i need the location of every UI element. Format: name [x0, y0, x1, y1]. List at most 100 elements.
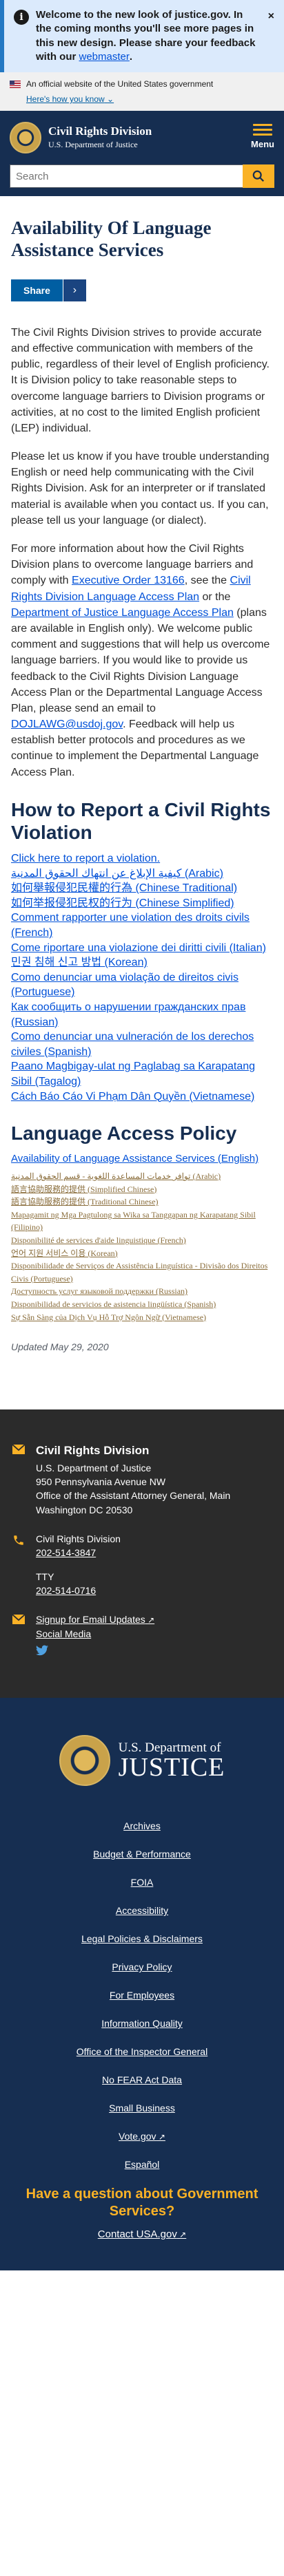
address-block: Civil Rights Division U.S. Department of… [11, 1443, 273, 1517]
list-item: 민권 침해 신고 방법 (Korean) [11, 955, 273, 970]
executive-order-link[interactable]: Executive Order 13166 [72, 575, 185, 586]
list-item: Vote.gov [11, 2129, 273, 2144]
footer-link-espanol[interactable]: Español [125, 2159, 160, 2170]
policy-link[interactable]: 언어 지원 서비스 이용 (Korean) [11, 1248, 118, 1258]
share-control: Share › [11, 279, 273, 301]
list-item: 語言協助服務的提供 (Traditional Chinese) [11, 1195, 273, 1209]
list-item: Comment rapporter une violation des droi… [11, 911, 273, 940]
footer-link-vote[interactable]: Vote.gov [119, 2131, 165, 2142]
contact-city: Washington DC 20530 [36, 1504, 133, 1515]
list-item: 如何舉報侵犯民權的行為 (Chinese Traditional) [11, 881, 273, 896]
phone-link[interactable]: 202-514-3847 [36, 1547, 96, 1558]
envelope-icon [11, 1443, 26, 1517]
footer-link-small-business[interactable]: Small Business [109, 2103, 175, 2114]
footer-link-employees[interactable]: For Employees [110, 1990, 174, 2001]
doj-seal-icon [10, 122, 41, 153]
report-heading: How to Report a Civil Rights Violation [11, 798, 271, 844]
policy-link[interactable]: Sự Sẵn Sàng của Dịch Vụ Hỗ Trợ Ngôn Ngữ … [11, 1312, 206, 1322]
footer-link-budget[interactable]: Budget & Performance [93, 1849, 191, 1860]
policy-link[interactable]: Disponibilité de services d'aide linguis… [11, 1235, 186, 1245]
report-link[interactable]: Come riportare una violazione dei diritt… [11, 942, 266, 954]
footer-link-archives[interactable]: Archives [123, 1820, 161, 1831]
phone-label: Civil Rights Division [36, 1533, 121, 1544]
policy-link[interactable]: 語言協助服務的提供 (Traditional Chinese) [11, 1197, 159, 1206]
list-item: FOIA [11, 1875, 273, 1890]
footer-link-oig[interactable]: Office of the Inspector General [77, 2046, 207, 2057]
hamburger-icon [253, 124, 273, 136]
footer-link-legal[interactable]: Legal Policies & Disclaimers [81, 1933, 203, 1944]
footer-link-foia[interactable]: FOIA [131, 1877, 154, 1888]
email-link[interactable]: DOJLAWG@usdoj.gov [11, 718, 123, 730]
envelope-icon [11, 1612, 26, 1659]
logo-line-1: U.S. Department of [118, 1740, 221, 1755]
menu-button[interactable]: Menu [251, 124, 274, 151]
footer-link-accessibility[interactable]: Accessibility [116, 1905, 168, 1916]
footer-link-no-fear[interactable]: No FEAR Act Data [102, 2074, 182, 2085]
email-updates-link[interactable]: Signup for Email Updates [36, 1614, 154, 1625]
list-item: Small Business [11, 2101, 273, 2116]
search-input[interactable] [10, 164, 243, 188]
close-icon[interactable]: × [268, 8, 274, 64]
list-item: Sự Sẵn Sàng của Dịch Vụ Hỗ Trợ Ngôn Ngữ … [11, 1311, 273, 1324]
report-link[interactable]: Как сообщить о нарушении гражданских пра… [11, 1001, 245, 1028]
report-link[interactable]: 如何舉報侵犯民權的行為 (Chinese Traditional) [11, 882, 237, 894]
info-icon: i [14, 10, 29, 25]
site-logo-link[interactable]: Civil Rights Division U.S. Department of… [10, 122, 152, 153]
site-subtitle: U.S. Department of Justice [48, 140, 138, 150]
list-item: Accessibility [11, 1904, 273, 1918]
policy-link[interactable]: 語言協助服務的提供 (Simplified Chinese) [11, 1184, 156, 1194]
list-item: Availability of Language Assistance Serv… [11, 1152, 273, 1166]
policy-link[interactable]: Availability of Language Assistance Serv… [11, 1153, 258, 1164]
list-item: Как сообщить о нарушении гражданских пра… [11, 1000, 273, 1030]
report-link[interactable]: Como denunciar una vulneración de los de… [11, 1031, 254, 1058]
report-link[interactable]: Paano Magbigay-ulat ng Paglabag sa Karap… [11, 1061, 255, 1087]
policy-link[interactable]: Mapagamit ng Mga Pagtulong sa Wika sa Ta… [11, 1210, 256, 1233]
policy-link[interactable]: Доступность услуг языковой поддержки (Ru… [11, 1286, 187, 1296]
footer-links: Archives Budget & Performance FOIA Acces… [11, 1819, 273, 2172]
list-item: Privacy Policy [11, 1960, 273, 1974]
report-link[interactable]: 민권 침해 신고 방법 (Korean) [11, 957, 148, 968]
site-header: Civil Rights Division U.S. Department of… [0, 111, 284, 164]
list-item: 語言協助服務的提供 (Simplified Chinese) [11, 1183, 273, 1196]
gov-banner-text: An official website of the United States… [26, 79, 214, 89]
list-item: Cách Báo Cáo Vi Phạm Dân Quyền (Vietname… [11, 1089, 273, 1105]
policy-link[interactable]: توافر خدمات المساعدة اللغوية - قسم الحقو… [11, 1171, 221, 1181]
doj-logo[interactable]: U.S. Department of JUSTICE [11, 1735, 273, 1787]
webmaster-link[interactable]: webmaster [79, 51, 130, 63]
report-link[interactable]: Cách Báo Cáo Vi Phạm Dân Quyền (Vietname… [11, 1091, 254, 1103]
page-title: Availability Of Language Assistance Serv… [11, 217, 212, 261]
policy-link[interactable]: Disponibilidade de Serviços de Assistênc… [11, 1261, 267, 1284]
doj-language-plan-link[interactable]: Department of Justice Language Access Pl… [11, 607, 234, 619]
us-flag-icon [10, 80, 21, 88]
policy-link[interactable]: Disponibilidad de servicios de asistenci… [11, 1299, 216, 1309]
list-item: 如何举报侵犯民权的行为 (Chinese Simplified) [11, 896, 273, 911]
heres-how-you-know-link[interactable]: Here's how you know ⌄ [26, 93, 114, 105]
report-link[interactable]: Como denunciar uma violação de direitos … [11, 972, 239, 999]
share-button[interactable]: Share [11, 279, 63, 301]
search-button[interactable] [243, 164, 274, 188]
footer-link-info-quality[interactable]: Information Quality [101, 2018, 183, 2029]
twitter-icon[interactable] [36, 1645, 154, 1659]
list-item: Disponibilité de services d'aide linguis… [11, 1234, 273, 1247]
phone-block: Civil Rights Division 202-514-3847 TTY 2… [11, 1532, 273, 1597]
list-item: For Employees [11, 1988, 273, 2003]
list-item: Office of the Inspector General [11, 2045, 273, 2059]
tty-link[interactable]: 202-514-0716 [36, 1585, 96, 1596]
chevron-right-icon[interactable]: › [62, 279, 86, 301]
report-link[interactable]: 如何举报侵犯民权的行为 (Chinese Simplified) [11, 897, 234, 909]
report-link[interactable]: Click here to report a violation. [11, 853, 160, 864]
main-content: Availability Of Language Assistance Serv… [0, 196, 284, 1409]
updated-date: Updated May 29, 2020 [11, 1341, 109, 1353]
site-footer: U.S. Department of JUSTICE Archives Budg… [0, 1698, 284, 2270]
report-link[interactable]: كيفية الإبلاغ عن انتهاك الحقوق المدنية (… [11, 868, 223, 880]
list-item: Disponibilidad de servicios de asistenci… [11, 1298, 273, 1311]
contact-usa-link[interactable]: Contact USA.gov [98, 2228, 186, 2240]
report-link[interactable]: Comment rapporter une violation des droi… [11, 912, 250, 939]
phone-icon [11, 1532, 26, 1597]
logo-line-2: JUSTICE [118, 1752, 225, 1782]
info-text-4: (plans are available in English only). W… [11, 606, 270, 714]
government-services-question: Have a question about Government Service… [26, 2186, 258, 2220]
social-media-link[interactable]: Social Media [36, 1628, 91, 1639]
footer-link-privacy[interactable]: Privacy Policy [112, 1961, 172, 1972]
list-item: Click here to report a violation. [11, 851, 273, 866]
